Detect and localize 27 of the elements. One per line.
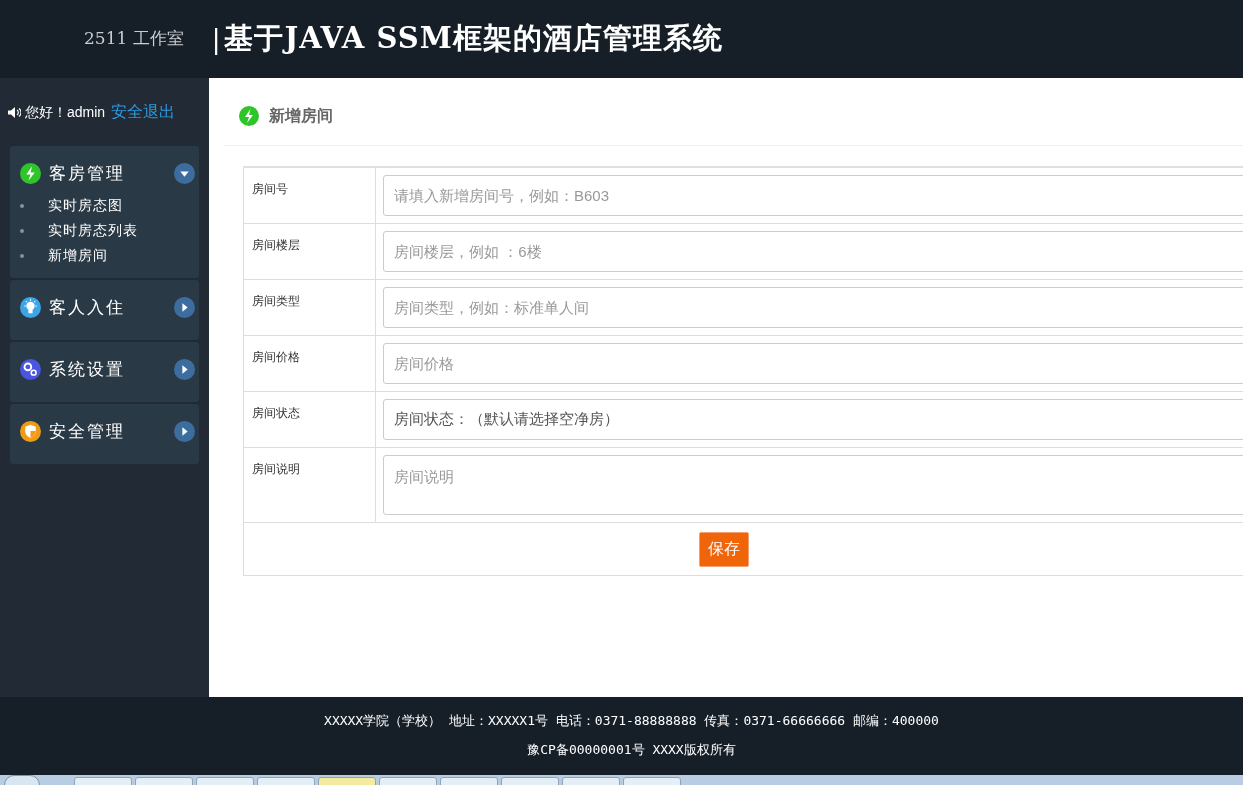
- field-label: 房间价格: [252, 350, 300, 364]
- title-divider: |: [211, 22, 221, 57]
- page-title: 新增房间: [269, 105, 333, 126]
- app-title: 基于JAVA SSM框架的酒店管理系统: [224, 20, 723, 58]
- footer-text: XXXXX学院（学校） 地址：XXXXX1号 电话：0371-88888888 传真：0371-66666666 邮编：400000: [323, 712, 939, 730]
- menu-group-label[interactable]: 系统设置: [49, 356, 166, 383]
- text-input[interactable]: 房间价格: [383, 343, 1243, 384]
- status-select[interactable]: 房间状态：（默认请选择空净房）: [383, 399, 1243, 440]
- field-label: 房间状态: [252, 406, 300, 420]
- submenu-item[interactable]: 实时房态列表: [48, 220, 138, 241]
- logout-link[interactable]: 安全退出: [111, 100, 176, 124]
- submenu-item[interactable]: 实时房态图: [48, 195, 123, 216]
- menu-group-label[interactable]: 客人入住: [49, 294, 166, 321]
- textarea-field[interactable]: 房间说明: [383, 455, 1243, 515]
- footer-text: 豫CP备00000001号 XXXX版权所有: [526, 740, 736, 759]
- field-label: 房间楼层: [252, 238, 300, 252]
- menu-group-label[interactable]: 安全管理: [49, 418, 166, 445]
- submenu-item[interactable]: 新增房间: [48, 245, 108, 266]
- text-input[interactable]: 请填入新增房间号，例如：B603: [383, 175, 1243, 216]
- field-label: 房间类型: [252, 294, 300, 308]
- field-label: 房间号: [252, 182, 288, 196]
- studio-name: 2511 工作室: [84, 27, 184, 51]
- user-greeting: 您好！admin: [25, 102, 106, 122]
- text-input[interactable]: 房间楼层，例如 ：6楼: [383, 231, 1243, 272]
- field-label: 房间说明: [252, 462, 300, 476]
- text-input[interactable]: 房间类型，例如：标准单人间: [383, 287, 1243, 328]
- menu-group-label[interactable]: 客房管理: [49, 160, 166, 187]
